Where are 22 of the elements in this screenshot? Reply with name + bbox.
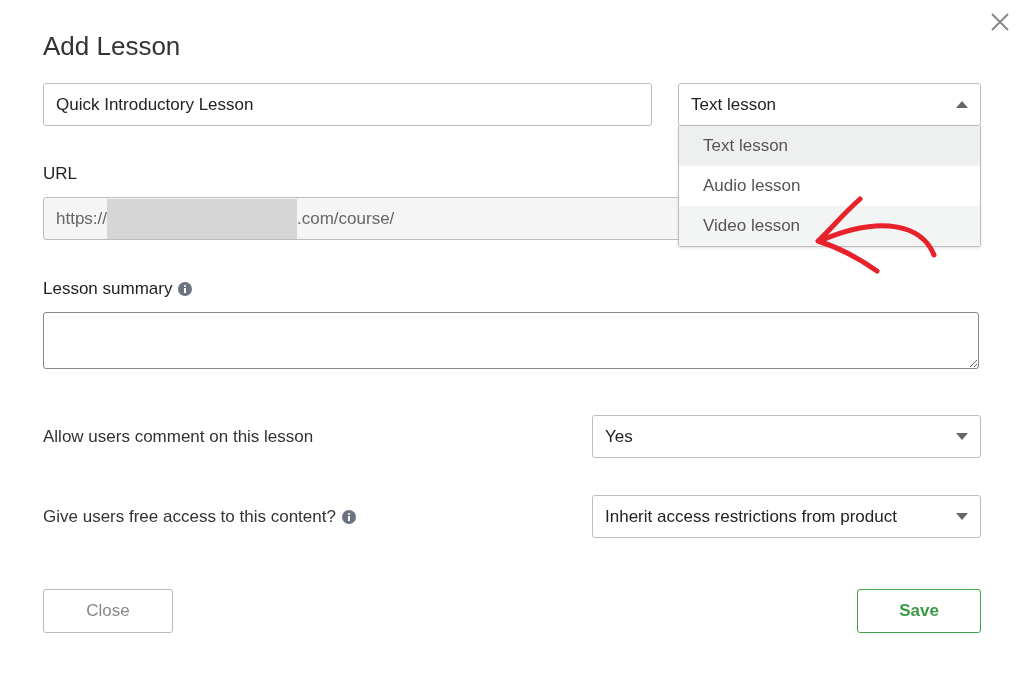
menu-option[interactable]: Text lesson (679, 126, 980, 166)
caret-icon (956, 101, 968, 108)
lesson-type-select[interactable]: Text lesson (678, 83, 981, 126)
summary-label: Lesson summary (43, 278, 173, 300)
save-button[interactable]: Save (857, 589, 981, 633)
lesson-title-field[interactable]: Quick Introductory Lesson (43, 83, 652, 126)
menu-option[interactable]: Audio lesson (679, 166, 980, 206)
summary-field[interactable] (43, 312, 979, 369)
caret-icon (956, 433, 968, 440)
dialog-title: Add Lesson (43, 30, 182, 62)
url-suffix: .com/course/ (297, 207, 395, 230)
close-button[interactable]: Close (43, 589, 173, 633)
comments-select[interactable]: Yes (592, 415, 981, 458)
info-icon (178, 282, 193, 296)
free-access-label: Give users free access to this content? (43, 505, 336, 528)
info-icon (341, 509, 356, 524)
menu-option[interactable]: Video lesson (679, 206, 980, 246)
caret-icon (956, 513, 968, 520)
url-prefix: https:// (56, 207, 108, 230)
comments-label: Allow users comment on this lesson (43, 425, 314, 448)
close-icon[interactable] (990, 12, 1010, 32)
free-access-select[interactable]: Inherit access restrictions from product (592, 495, 981, 538)
